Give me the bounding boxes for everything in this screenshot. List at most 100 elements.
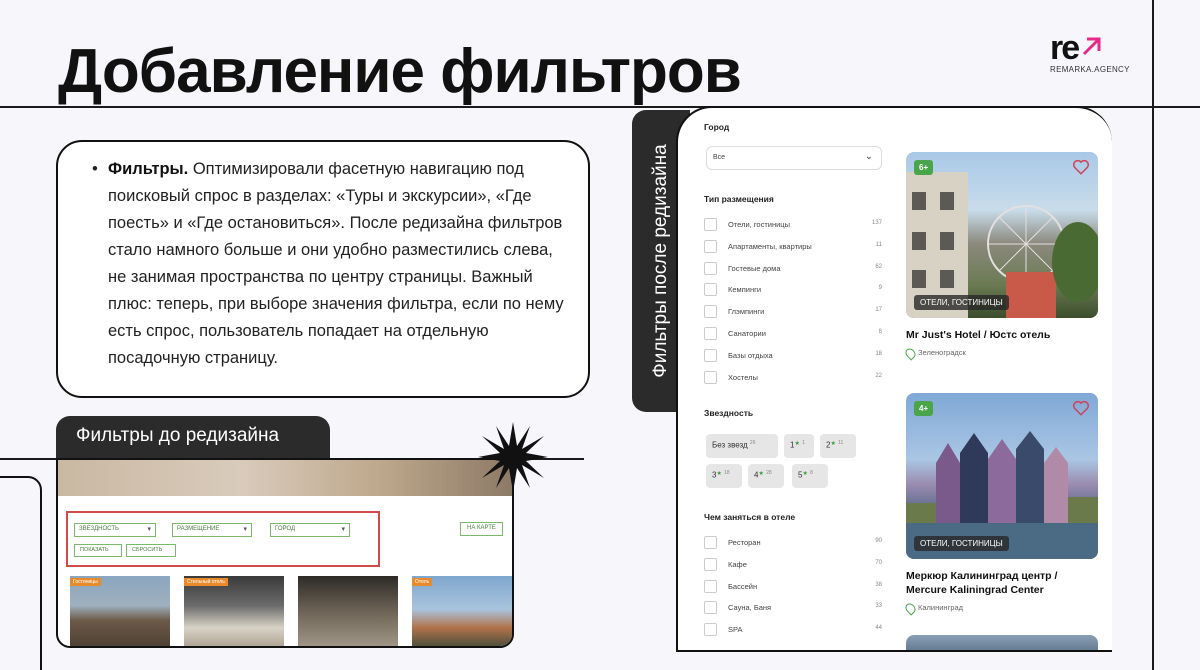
heart-icon[interactable] [1072, 158, 1090, 176]
old-map-button[interactable]: НА КАРТЕ [460, 522, 503, 536]
star-chip-count: 11 [838, 440, 844, 446]
filter-option-label: Бассейн [728, 581, 758, 591]
star-filter-chip[interactable]: 5★ 8 [792, 464, 828, 488]
checkbox[interactable] [704, 305, 717, 319]
filter-option-count: 33 [875, 603, 882, 610]
star-filter-chip[interactable]: 2★ 11 [820, 434, 856, 458]
star-filter-chip[interactable]: 3★ 18 [706, 464, 742, 488]
filter-option[interactable]: Гостевые дома 62 [704, 261, 882, 276]
description-bold: Фильтры. [108, 160, 189, 178]
old-thumb-tag: Стильный отель [184, 578, 228, 586]
description-body: Оптимизировали фасетную навигацию под по… [108, 160, 564, 367]
hotel-card-partial[interactable] [906, 635, 1098, 650]
checkbox[interactable] [704, 283, 717, 297]
old-show-button[interactable]: ПОКАЗАТЬ [74, 544, 122, 557]
hotel-card[interactable]: 6+ ОТЕЛИ, ГОСТИНИЦЫ Mr Just's Hotel / Юс… [906, 152, 1098, 357]
checkbox[interactable] [704, 557, 717, 571]
filter-option[interactable]: Ресторан 90 [704, 536, 882, 550]
filter-option[interactable]: Апартаменты, квартиры 11 [704, 239, 882, 254]
old-filter-panel: ЗВЕЗДНОСТЬ РАЗМЕЩЕНИЕ ГОРОД ПОКАЗАТЬ СБР… [66, 511, 380, 567]
filter-option-label: SPA [728, 625, 743, 635]
filter-option[interactable]: Санатории 8 [704, 327, 882, 341]
heart-icon[interactable] [1072, 399, 1090, 417]
checkbox[interactable] [704, 261, 717, 275]
filter-option-label: Глэмпинги [728, 307, 765, 317]
star-chip-count: 28 [766, 470, 772, 476]
old-select-placement[interactable]: РАЗМЕЩЕНИЕ [172, 523, 252, 537]
old-reset-button[interactable]: СБРОСИТЬ [126, 544, 176, 557]
new-filters-screenshot: Город Все Тип размещения Отели, гостиниц… [676, 106, 1112, 652]
age-badge: 4+ [914, 401, 934, 416]
old-thumb-tag: Отель [412, 578, 433, 586]
star-chip-count: 26 [749, 440, 756, 446]
checkbox[interactable] [704, 370, 717, 384]
hotel-type-label: ОТЕЛИ, ГОСТИНИЦЫ [914, 295, 1009, 310]
filter-option-label: Сауна, Баня [728, 603, 772, 613]
hotel-card[interactable]: 4+ ОТЕЛИ, ГОСТИНИЦЫ Меркюр Калининград ц… [906, 393, 1098, 612]
city-select[interactable]: Все [706, 146, 882, 170]
old-thumb-3[interactable] [298, 576, 398, 646]
checkbox[interactable] [704, 327, 717, 340]
riverside-buildings-illustration [906, 431, 1098, 559]
star-filter-chip[interactable]: Без звезд 26 [706, 434, 778, 458]
old-header-photo [58, 460, 512, 496]
age-badge: 6+ [914, 160, 934, 175]
filter-option[interactable]: SPA 44 [704, 623, 882, 637]
checkbox[interactable] [704, 579, 717, 593]
star-icon: ★ [716, 471, 722, 477]
filter-option-label: Кемпинги [728, 285, 762, 295]
filter-option[interactable]: Хостелы 22 [704, 370, 882, 385]
star-filter-chip[interactable]: 1★ 1 [784, 434, 814, 458]
hotel-location: Зеленоградск [906, 348, 1098, 357]
checkbox[interactable] [704, 218, 717, 231]
star-chip-count: 18 [724, 470, 730, 476]
starburst-decoration [478, 422, 548, 492]
filter-option-count: 70 [875, 559, 882, 566]
filter-option-label: Отели, гостиницы [728, 220, 790, 229]
filter-option[interactable]: Отели, гостиницы 137 [704, 218, 882, 232]
filter-option-count: 11 [875, 241, 882, 248]
filter-option-count: 17 [875, 307, 882, 314]
filter-option-count: 137 [871, 220, 882, 226]
filter-option[interactable]: Кафе 70 [704, 557, 882, 572]
checkbox[interactable] [704, 239, 717, 253]
filter-option[interactable]: Базы отдыха 18 [704, 348, 882, 363]
placement-title: Тип размещения [704, 194, 774, 204]
hotel-card-image: 6+ ОТЕЛИ, ГОСТИНИЦЫ [906, 152, 1098, 318]
filter-option-label: Гостевые дома [728, 263, 781, 273]
star-icon: ★ [758, 471, 764, 477]
description-box: Фильтры. Оптимизировали фасетную навигац… [56, 140, 590, 398]
checkbox[interactable] [704, 536, 717, 549]
filter-option-count: 18 [875, 350, 882, 357]
old-filters-screenshot: ЗВЕЗДНОСТЬ РАЗМЕЩЕНИЕ ГОРОД ПОКАЗАТЬ СБР… [56, 458, 514, 648]
stars-title: Звездность [704, 408, 754, 418]
logo-subtitle: REMARKA.AGENCY [1050, 65, 1130, 74]
filter-option[interactable]: Кемпинги 9 [704, 283, 882, 297]
checkbox[interactable] [704, 601, 717, 615]
old-thumb-1[interactable]: Гостиницы [70, 576, 170, 646]
star-filter-chip[interactable]: 4★ 28 [748, 464, 784, 488]
hotel-name[interactable]: Меркюр Калининград центр / Mercure Kalin… [906, 569, 1098, 597]
star-icon: ★ [802, 471, 808, 477]
filter-option-label: Ресторан [728, 538, 761, 547]
checkbox[interactable] [704, 348, 717, 362]
old-select-stars[interactable]: ЗВЕЗДНОСТЬ [74, 523, 156, 537]
slide: Добавление фильтров re REMARKA.AGENCY Фи… [0, 0, 1200, 670]
star-icon: ★ [794, 441, 800, 447]
old-select-city[interactable]: ГОРОД [270, 523, 350, 537]
old-thumb-tag: Гостиницы [70, 578, 101, 586]
old-thumb-4[interactable]: Отель [412, 576, 512, 646]
logo-mark: re [1050, 29, 1080, 67]
checkbox[interactable] [704, 623, 717, 637]
star-chip-count: 8 [810, 470, 813, 476]
hotel-name[interactable]: Mr Just's Hotel / Юстс отель [906, 328, 1098, 342]
hotel-card-image: 4+ ОТЕЛИ, ГОСТИНИЦЫ [906, 393, 1098, 559]
city-title: Город [704, 122, 730, 132]
filter-option[interactable]: Глэмпинги 17 [704, 305, 882, 319]
agency-logo: re REMARKA.AGENCY [1050, 29, 1130, 74]
star-chip-count: 1 [802, 440, 805, 446]
page-title: Добавление фильтров [58, 37, 742, 106]
old-thumb-2[interactable]: Стильный отель [184, 576, 284, 646]
filter-option[interactable]: Сауна, Баня 33 [704, 601, 882, 615]
filter-option[interactable]: Бассейн 38 [704, 579, 882, 594]
